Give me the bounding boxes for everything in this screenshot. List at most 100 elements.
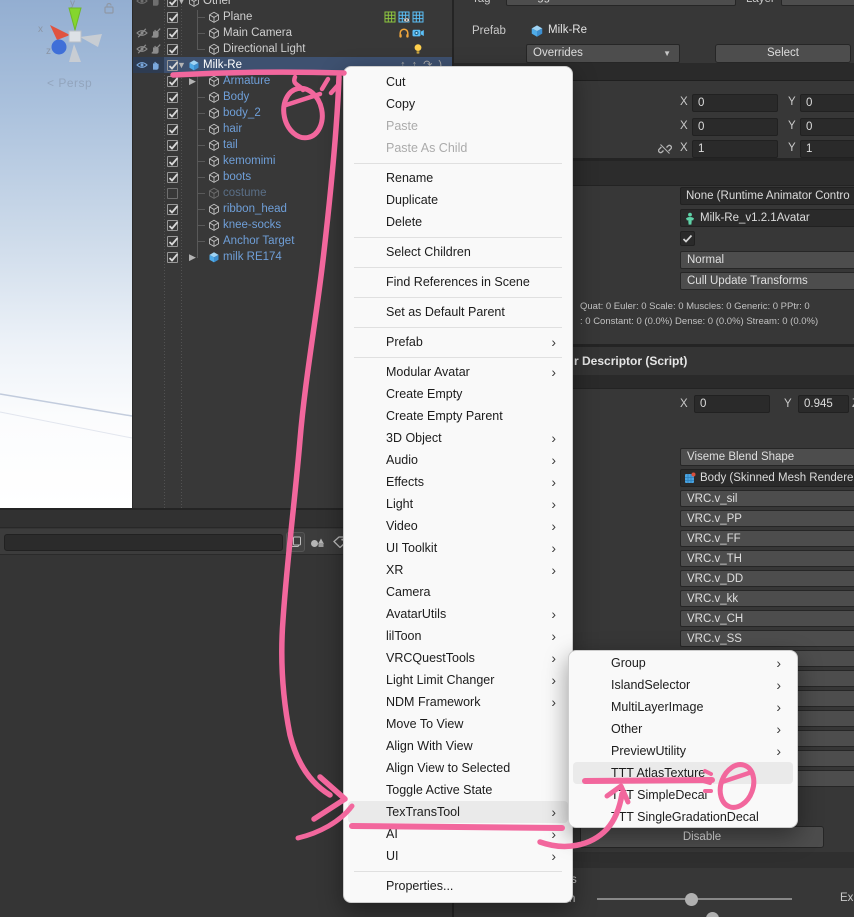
menu-item-properties-[interactable]: Properties... [348, 875, 568, 897]
transform-y-field[interactable]: 0 [800, 94, 854, 112]
disable-button[interactable]: Disable [580, 826, 824, 848]
animator-controller-field[interactable]: None (Runtime Animator Contro [680, 187, 854, 205]
expand-arrow-icon[interactable]: ▼ [177, 0, 187, 6]
layer-dropdown[interactable]: Default [781, 0, 854, 6]
apply-root-motion-checkbox[interactable] [680, 231, 695, 246]
lock-icon[interactable] [103, 2, 115, 14]
menu-item-create-empty-parent[interactable]: Create Empty Parent [348, 405, 568, 427]
transform-y-field[interactable]: 0 [800, 118, 854, 136]
hierarchy-item-directional-light[interactable]: Directional Light [133, 41, 452, 57]
picking-hand-icon[interactable] [150, 27, 162, 39]
view-y-field[interactable]: 0.945 [798, 395, 849, 413]
viseme-mode-dropdown[interactable]: Viseme Blend Shape [680, 448, 854, 466]
active-checkbox[interactable] [167, 252, 178, 263]
picking-hand-icon[interactable] [150, 0, 162, 7]
active-checkbox[interactable] [167, 28, 178, 39]
menu-item-move-to-view[interactable]: Move To View [348, 713, 568, 735]
menu-item-copy[interactable]: Copy [348, 93, 568, 115]
menu-item-create-empty[interactable]: Create Empty [348, 383, 568, 405]
picking-hand-icon[interactable] [150, 43, 162, 55]
menu-item-video[interactable]: Video› [348, 515, 568, 537]
active-checkbox[interactable] [167, 108, 178, 119]
viseme-field[interactable]: VRC.v_PP [680, 510, 854, 527]
menu-item-xr[interactable]: XR› [348, 559, 568, 581]
active-checkbox[interactable] [167, 76, 178, 87]
scene-view[interactable]: y x z < Persp [0, 0, 132, 508]
menu-item-effects[interactable]: Effects› [348, 471, 568, 493]
menu-item-select-children[interactable]: Select Children [348, 241, 568, 263]
overrides-dropdown[interactable]: Overrides▼ [526, 44, 680, 63]
active-checkbox[interactable] [167, 12, 178, 23]
active-checkbox[interactable] [167, 172, 178, 183]
viseme-field[interactable]: VRC.v_kk [680, 590, 854, 607]
transform-y-field[interactable]: 1 [800, 140, 854, 158]
viseme-field[interactable]: VRC.v_SS [680, 630, 854, 647]
menu-item-ai[interactable]: AI› [348, 823, 568, 845]
menu-item-3d-object[interactable]: 3D Object› [348, 427, 568, 449]
transform-x-field[interactable]: 0 [692, 118, 778, 136]
select-button[interactable]: Select [715, 44, 851, 63]
menu-item-ndm-framework[interactable]: NDM Framework› [348, 691, 568, 713]
submenu-item-ttt-atlastexture[interactable]: TTT AtlasTexture [573, 762, 793, 784]
menu-item-ui[interactable]: UI› [348, 845, 568, 867]
menu-item-audio[interactable]: Audio› [348, 449, 568, 471]
menu-item-textranstool[interactable]: TexTransTool› [348, 801, 568, 823]
submenu-item-ttt-singlegradationdecal[interactable]: TTT SingleGradationDecal [573, 806, 793, 828]
menu-item-ui-toolkit[interactable]: UI Toolkit› [348, 537, 568, 559]
animator-avatar-field[interactable]: Milk-Re_v1.2.1Avatar [680, 209, 854, 227]
project-search-input[interactable] [4, 534, 283, 551]
menu-item-camera[interactable]: Camera [348, 581, 568, 603]
menu-item-align-with-view[interactable]: Align With View [348, 735, 568, 757]
menu-item-delete[interactable]: Delete [348, 211, 568, 233]
active-checkbox[interactable] [167, 204, 178, 215]
menu-item-prefab[interactable]: Prefab› [348, 331, 568, 353]
active-checkbox[interactable] [167, 124, 178, 135]
active-checkbox[interactable] [167, 44, 178, 55]
menu-item-rename[interactable]: Rename [348, 167, 568, 189]
visibility-eye-icon[interactable] [136, 0, 148, 7]
culling-mode-dropdown[interactable]: Cull Update Transforms [680, 272, 854, 290]
hierarchy-item-plane[interactable]: Plane [133, 9, 452, 25]
menu-item-liltoon[interactable]: lilToon› [348, 625, 568, 647]
prefab-field[interactable]: Milk-Re [526, 22, 854, 40]
menu-item-align-view-to-selected[interactable]: Align View to Selected [348, 757, 568, 779]
shapes-icon[interactable] [308, 534, 326, 550]
menu-item-find-references-in-scene[interactable]: Find References in Scene [348, 271, 568, 293]
submenu-item-previewutility[interactable]: PreviewUtility› [573, 740, 793, 762]
view-x-field[interactable]: 0 [694, 395, 770, 413]
visibility-eye-icon[interactable] [136, 59, 148, 71]
menu-item-duplicate[interactable]: Duplicate [348, 189, 568, 211]
active-checkbox[interactable] [167, 188, 178, 199]
active-checkbox[interactable] [167, 220, 178, 231]
viseme-field[interactable]: VRC.v_FF [680, 530, 854, 547]
visibility-eye-icon[interactable] [136, 27, 148, 39]
submenu-item-ttt-simpledecal[interactable]: TTT SimpleDecal [573, 784, 793, 806]
transform-x-field[interactable]: 1 [692, 140, 778, 158]
submenu-item-islandselector[interactable]: IslandSelector› [573, 674, 793, 696]
menu-item-modular-avatar[interactable]: Modular Avatar› [348, 361, 568, 383]
update-mode-dropdown[interactable]: Normal [680, 251, 854, 269]
submenu-item-other[interactable]: Other› [573, 718, 793, 740]
menu-item-light-limit-changer[interactable]: Light Limit Changer› [348, 669, 568, 691]
visibility-eye-icon[interactable] [136, 43, 148, 55]
hierarchy-item-other[interactable]: ▼Other [133, 0, 452, 9]
submenu-item-group[interactable]: Group› [573, 652, 793, 674]
face-mesh-field[interactable]: Body (Skinned Mesh Rendere [680, 469, 854, 487]
active-checkbox[interactable] [167, 92, 178, 103]
transform-x-field[interactable]: 0 [692, 94, 778, 112]
menu-item-cut[interactable]: Cut [348, 71, 568, 93]
menu-item-light[interactable]: Light› [348, 493, 568, 515]
hierarchy-item-main-camera[interactable]: Main Camera [133, 25, 452, 41]
expand-arrow-icon[interactable]: ▼ [177, 60, 187, 70]
package-icon[interactable] [286, 532, 305, 552]
menu-item-set-as-default-parent[interactable]: Set as Default Parent [348, 301, 568, 323]
link-constrain-icon[interactable] [658, 142, 672, 159]
viseme-field[interactable]: VRC.v_CH [680, 610, 854, 627]
persp-label[interactable]: < Persp [47, 76, 92, 90]
submenu-item-multilayerimage[interactable]: MultiLayerImage› [573, 696, 793, 718]
viseme-field[interactable]: VRC.v_DD [680, 570, 854, 587]
active-checkbox[interactable] [167, 140, 178, 151]
active-checkbox[interactable] [167, 156, 178, 167]
viseme-field[interactable]: VRC.v_TH [680, 550, 854, 567]
menu-item-vrcquesttools[interactable]: VRCQuestTools› [348, 647, 568, 669]
